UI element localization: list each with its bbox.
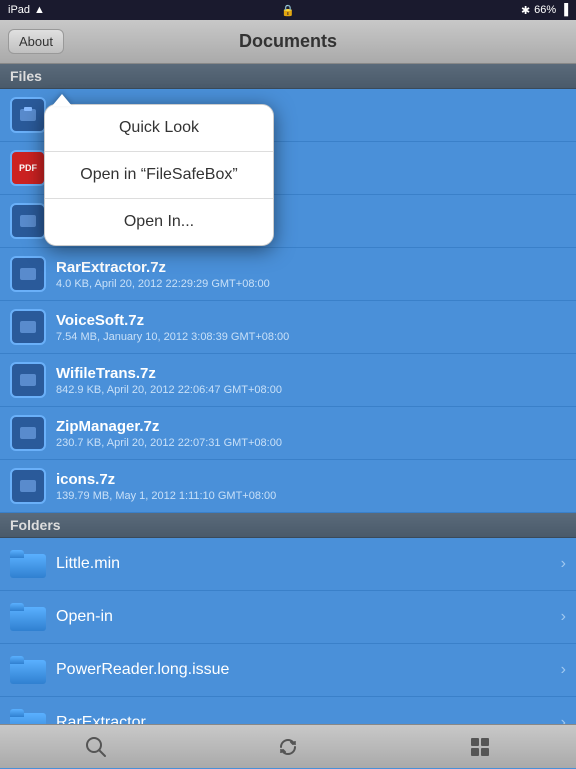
grid-view-button[interactable]: [458, 725, 502, 769]
nav-title: Documents: [239, 31, 337, 52]
status-left: iPad ▲: [8, 4, 45, 16]
toolbar: [0, 724, 576, 768]
open-in-button[interactable]: Open In...: [45, 199, 273, 245]
about-button[interactable]: About: [8, 29, 64, 54]
refresh-button[interactable]: [266, 725, 310, 769]
grid-icon: [469, 736, 491, 758]
bluetooth-icon: ✱: [521, 4, 530, 17]
wifi-icon: ▲: [34, 4, 45, 16]
popup-menu: Quick Look Open in “FileSafeBox” Open In…: [44, 104, 274, 246]
content-area: Files L... 3... PDF ...ment (2009).pdf P…: [0, 64, 576, 724]
open-in-filesafebox-button[interactable]: Open in “FileSafeBox”: [45, 152, 273, 199]
popup-arrow: [52, 94, 72, 106]
carrier-label: iPad: [8, 4, 30, 16]
status-right: ✱ 66% ▐: [521, 4, 568, 17]
quick-look-button[interactable]: Quick Look: [45, 105, 273, 152]
lock-icon: 🔒: [281, 4, 295, 17]
battery-label: 66%: [534, 4, 556, 16]
search-button[interactable]: [74, 725, 118, 769]
status-bar: iPad ▲ 🔒 ✱ 66% ▐: [0, 0, 576, 20]
nav-bar: About Documents: [0, 20, 576, 64]
battery-icon: ▐: [560, 4, 568, 16]
popup-overlay[interactable]: Quick Look Open in “FileSafeBox” Open In…: [0, 64, 576, 724]
refresh-icon: [277, 736, 299, 758]
search-icon: [85, 736, 107, 758]
